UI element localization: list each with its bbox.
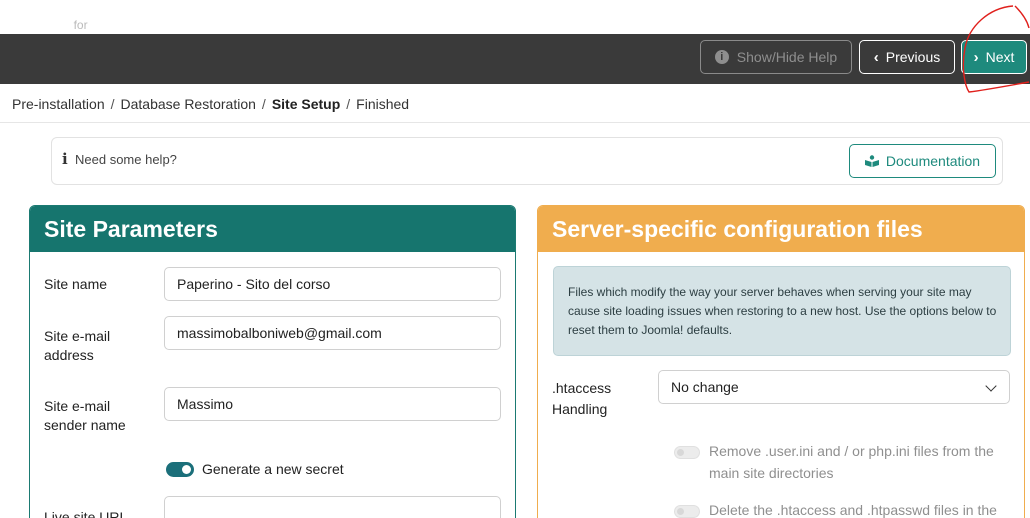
previous-label: Previous <box>885 49 941 65</box>
chevron-left-icon: ‹ <box>873 48 879 66</box>
logo-prefix: Ak <box>12 15 33 34</box>
generate-secret-label: Generate a new secret <box>202 461 344 477</box>
server-config-title: Server-specific configuration files <box>538 206 1024 252</box>
next-button[interactable]: › Next <box>961 40 1027 74</box>
logo-for: for <box>73 18 88 32</box>
htaccess-label-line2: Handling <box>552 401 608 417</box>
live-site-url-input[interactable] <box>164 496 501 518</box>
breadcrumb-item: Pre-installation <box>12 96 105 112</box>
chevron-down-icon <box>985 380 997 392</box>
remove-ini-label-line1: Remove .user.ini and / or php.ini files … <box>709 443 994 459</box>
site-email-input[interactable]: massimobalboniweb@gmail.com <box>164 316 501 350</box>
sender-name-input[interactable]: Massimo <box>164 387 501 421</box>
site-email-label-line2: address <box>44 347 94 363</box>
version-label: v. 10.2.1 <box>114 17 169 33</box>
breadcrumb-separator: / <box>346 96 351 112</box>
breadcrumb-item: Finished <box>356 96 410 112</box>
generate-secret-toggle[interactable] <box>166 462 194 477</box>
site-name-input[interactable]: Paperino - Sito del corso <box>164 267 501 301</box>
remove-ini-toggle[interactable] <box>674 446 700 459</box>
breadcrumb-separator: / <box>261 96 266 112</box>
joomla-icon <box>91 16 108 34</box>
breadcrumb-current: Site Setup <box>271 96 341 112</box>
sender-name-label-line2: sender name <box>44 417 126 433</box>
site-parameters-panel: Site Parameters Site name Paperino - Sit… <box>29 205 516 518</box>
htaccess-handling-select[interactable]: No change <box>658 370 1010 404</box>
show-hide-help-label: Show/Hide Help <box>736 49 838 65</box>
sender-name-label-line1: Site e-mail <box>44 398 111 414</box>
info-icon: i <box>714 50 729 64</box>
documentation-button[interactable]: Documentation <box>849 144 996 178</box>
divider <box>0 122 1030 123</box>
site-parameters-title: Site Parameters <box>30 206 515 252</box>
delete-htaccess-toggle[interactable] <box>674 505 700 518</box>
info-icon: i <box>62 150 68 168</box>
site-email-label-line1: Site e-mail <box>44 328 111 344</box>
previous-button[interactable]: ‹ Previous <box>859 40 955 74</box>
server-config-panel: Server-specific configuration files File… <box>537 205 1025 518</box>
next-label: Next <box>985 49 1015 65</box>
book-reader-icon <box>864 155 879 167</box>
site-name-label: Site name <box>44 276 108 292</box>
delete-htaccess-label: Delete the .htaccess and .htpasswd files… <box>709 502 997 518</box>
breadcrumb-item: Database Restoration <box>120 96 256 112</box>
breadcrumb-separator: / <box>110 96 115 112</box>
help-box: i Need some help? Documentation <box>51 137 1003 185</box>
htaccess-label-line1: .htaccess <box>552 380 612 396</box>
server-config-info: Files which modify the way your server b… <box>553 266 1011 356</box>
chevron-right-icon: › <box>973 48 979 66</box>
live-site-url-label: Live site URL <box>44 509 128 518</box>
breadcrumb: Pre-installation / Database Restoration / Si… <box>12 96 409 112</box>
htaccess-handling-value: No change <box>671 379 739 395</box>
help-text: Need some help? <box>75 152 177 167</box>
show-hide-help-button[interactable]: i Show/Hide Help <box>700 40 852 74</box>
logo-suffix: eeba <box>32 14 72 35</box>
akeeba-logo: Ak eeba for v. 10.2.1 <box>12 14 168 36</box>
remove-ini-label-line2: main site directories <box>709 465 834 481</box>
documentation-label: Documentation <box>885 153 981 169</box>
